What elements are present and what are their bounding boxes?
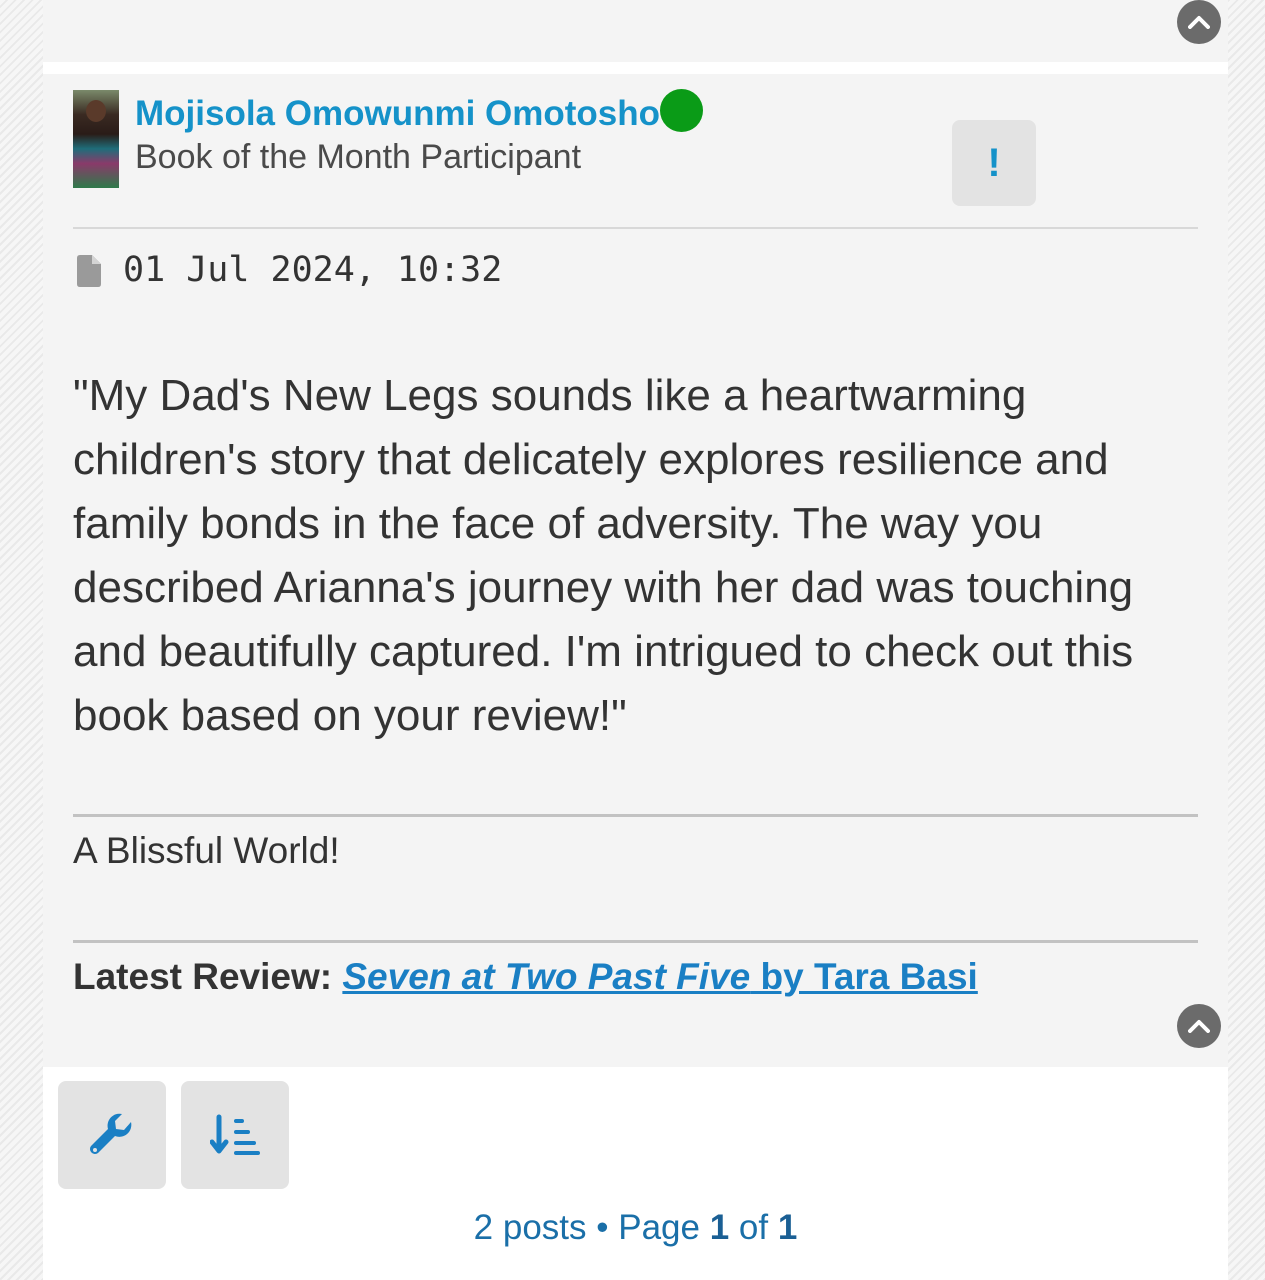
post-count: 2 posts [473, 1208, 587, 1247]
chevron-up-icon [1188, 16, 1210, 29]
post-header-divider [73, 227, 1198, 229]
wrench-icon [90, 1113, 132, 1154]
report-button[interactable]: ! [952, 120, 1036, 206]
signature: A Blissful World! [73, 830, 340, 871]
latest-review: Latest Review: Seven at Two Past Five by… [73, 956, 978, 998]
pagination-separator: • [586, 1208, 619, 1247]
latest-review-link[interactable]: Seven at Two Past Five by Tara Basi [342, 956, 977, 997]
total-pages: 1 [777, 1208, 798, 1247]
sort-descending-icon [210, 1114, 260, 1155]
latest-review-book-title: Seven at Two Past Five [342, 956, 751, 997]
latest-review-book-author: by Tara Basi [760, 956, 978, 997]
back-to-top-button[interactable] [1177, 1004, 1221, 1048]
current-page: 1 [709, 1208, 730, 1247]
author-name-link[interactable]: Mojisola Omowunmi Omotosho [135, 94, 660, 134]
file-icon[interactable] [77, 255, 101, 287]
latest-review-label: Latest Review: [73, 956, 333, 997]
avatar[interactable] [73, 90, 119, 188]
report-button-label: ! [987, 140, 1001, 185]
topic-tools-button[interactable] [58, 1081, 166, 1189]
online-status-indicator [660, 89, 703, 132]
previous-post-tail [43, 0, 1228, 62]
latest-review-divider [73, 940, 1198, 943]
post: Mojisola Omowunmi Omotosho Book of the M… [43, 74, 1228, 1067]
author-rank: Book of the Month Participant [135, 138, 582, 176]
post-content: "My Dad's New Legs sounds like a heartwa… [73, 371, 1134, 740]
signature-divider [73, 814, 1198, 817]
pagination: 2 posts • Page 1 of 1 [43, 1208, 1228, 1248]
topic-page: Mojisola Omowunmi Omotosho Book of the M… [43, 0, 1228, 1280]
sort-button[interactable] [181, 1081, 289, 1189]
avatar-face [86, 100, 106, 122]
page-label: Page [618, 1208, 700, 1247]
post-date: 01 Jul 2024, 10:32 [123, 250, 503, 290]
chevron-up-icon [1188, 1020, 1210, 1033]
of-label: of [738, 1208, 769, 1247]
back-to-top-button[interactable] [1177, 0, 1221, 44]
